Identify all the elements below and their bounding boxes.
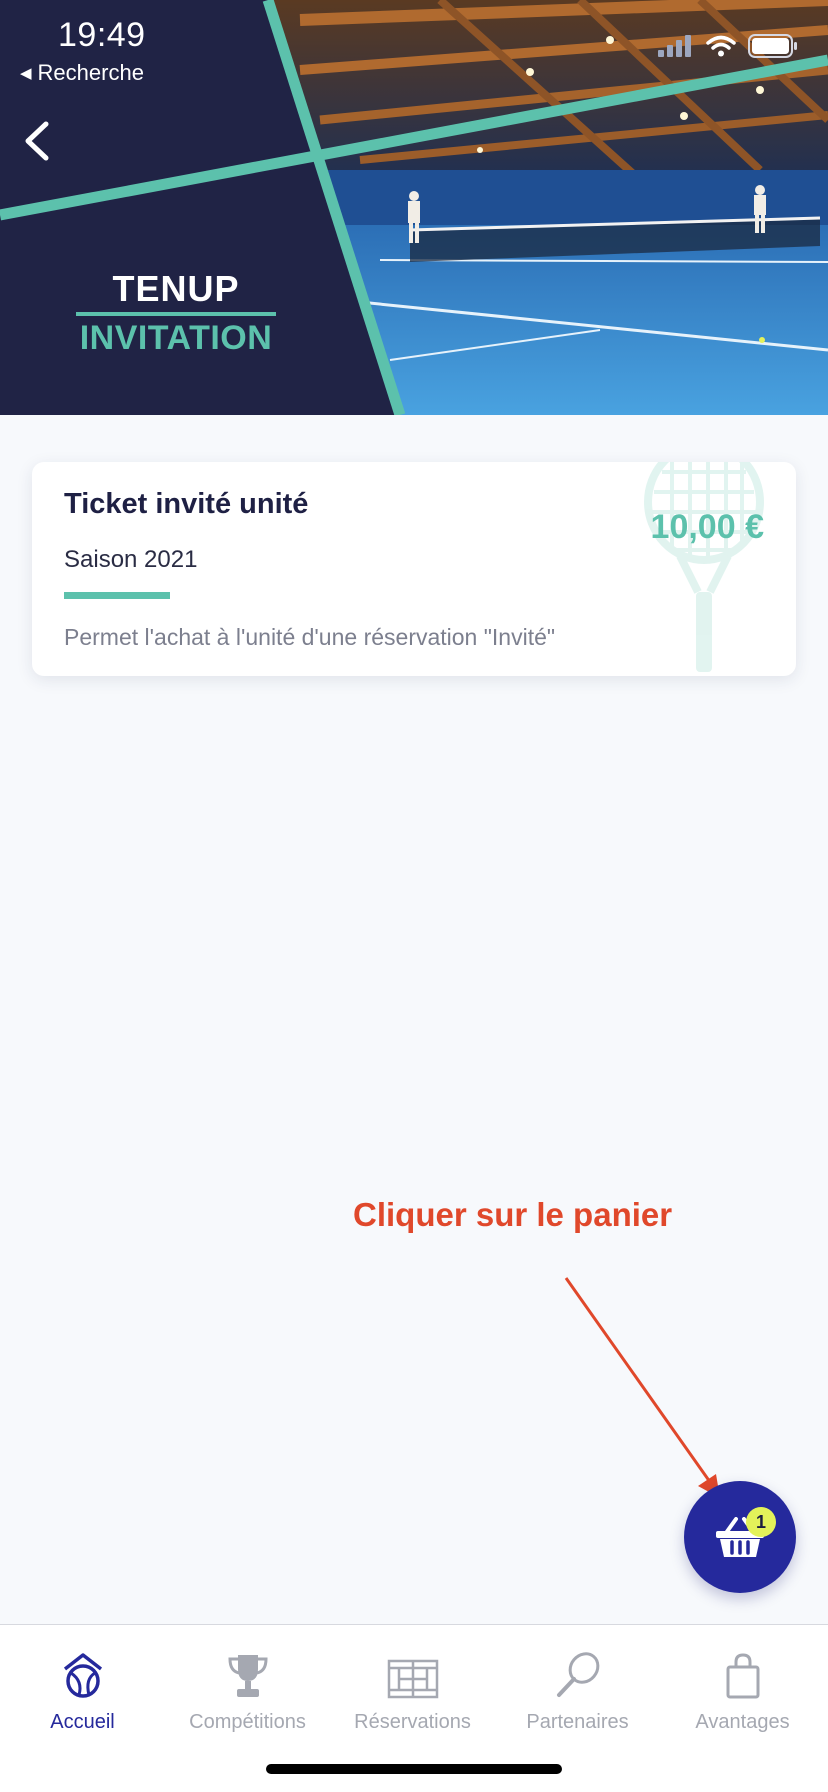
wifi-icon	[706, 35, 736, 57]
shopping-bag-icon	[726, 1653, 759, 1699]
tab-accueil[interactable]: Accueil	[0, 1641, 165, 1751]
tab-partenaires[interactable]: Partenaires	[495, 1641, 660, 1751]
tab-label: Partenaires	[526, 1711, 629, 1733]
tab-label: Compétitions	[189, 1711, 306, 1733]
home-indicator[interactable]	[266, 1764, 562, 1774]
tab-label: Accueil	[50, 1711, 115, 1733]
status-bar: 19:49 ◀ Recherche	[0, 0, 828, 90]
product-divider	[64, 592, 170, 599]
status-icons	[658, 34, 798, 58]
product-description: Permet l'achat à l'unité d'une réservati…	[64, 624, 556, 650]
back-to-app-link[interactable]: ◀ Recherche	[20, 60, 144, 86]
product-season: Saison 2021	[64, 546, 198, 573]
basket-button[interactable]: 1	[684, 1481, 796, 1593]
basket-count-badge: 1	[746, 1507, 776, 1537]
logo-divider	[76, 312, 276, 316]
battery-icon	[748, 34, 797, 58]
signal-icon	[658, 35, 691, 57]
back-to-app-label: Recherche	[37, 60, 144, 85]
trophy-icon	[227, 1655, 268, 1697]
logo-tenup: TENUP	[112, 268, 240, 309]
tab-competitions[interactable]: Compétitions	[165, 1641, 330, 1751]
tab-label: Réservations	[354, 1711, 471, 1733]
clock: 19:49	[58, 16, 146, 54]
tab-label: Avantages	[695, 1711, 790, 1733]
chevron-left-icon[interactable]	[18, 116, 58, 166]
back-triangle-icon: ◀	[20, 65, 32, 82]
tab-reservations[interactable]: Réservations	[330, 1641, 495, 1751]
racket-icon	[556, 1652, 599, 1697]
product-price: 10,00 €	[650, 508, 764, 546]
tab-avantages[interactable]: Avantages	[660, 1641, 825, 1751]
header-banner: 19:49 ◀ Recherche TENUP INVITATION	[0, 0, 828, 415]
tenup-invitation-logo: TENUP INVITATION	[76, 270, 276, 357]
tennis-home-icon	[63, 1653, 102, 1698]
annotation-arrow-icon	[564, 1277, 720, 1498]
logo-invitation: INVITATION	[79, 319, 273, 357]
instruction-annotation: Cliquer sur le panier	[353, 1196, 673, 1233]
product-title: Ticket invité unité	[64, 488, 309, 520]
court-icon	[387, 1659, 438, 1699]
tennis-racket-icon	[644, 462, 764, 672]
product-card[interactable]: Ticket invité unité Saison 2021 Permet l…	[32, 462, 796, 676]
